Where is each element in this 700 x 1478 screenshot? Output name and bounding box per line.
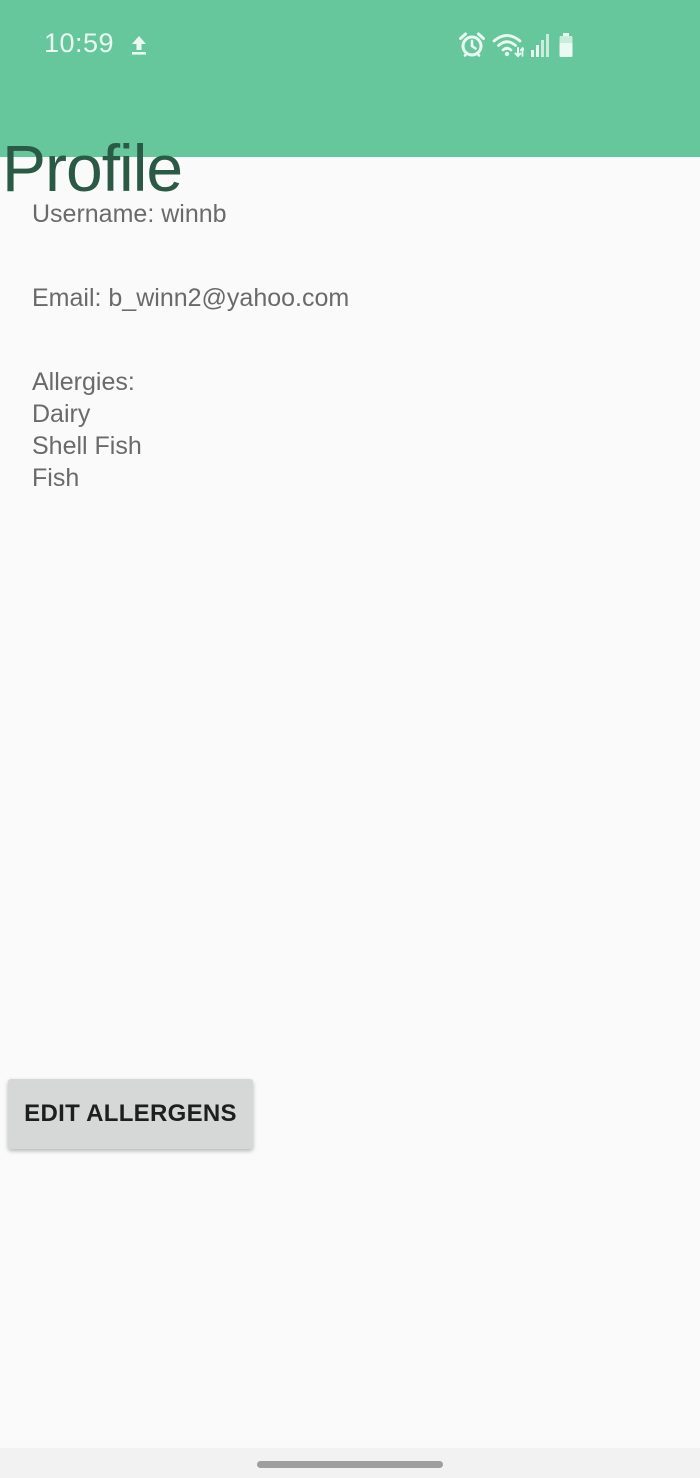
wifi-icon [492, 34, 524, 58]
alarm-icon [459, 32, 485, 57]
username-text: Username: winnb [32, 200, 227, 228]
allergy-item: Shell Fish [32, 432, 142, 460]
allergies-label: Allergies: [32, 368, 135, 396]
page-title: Profile [2, 131, 183, 206]
home-gesture-handle[interactable] [257, 1461, 443, 1468]
allergy-item: Fish [32, 464, 80, 492]
allergy-item: Dairy [32, 400, 91, 428]
upload-icon [132, 36, 146, 55]
navigation-bar [0, 1448, 700, 1478]
status-bar: 10:59 [0, 0, 700, 90]
signal-icon [531, 34, 549, 57]
app-bar: 10:59 Profile [0, 0, 700, 205]
allergies-section: Allergies: Dairy Shell Fish Fish [32, 366, 142, 494]
status-time: 10:59 [44, 28, 115, 58]
status-icons [458, 31, 574, 59]
email-text: Email: b_winn2@yahoo.com [32, 284, 350, 312]
battery-icon [559, 33, 573, 57]
profile-screen: 10:59 Profile Username: winnb Email: b_w… [0, 0, 700, 1478]
edit-allergens-button[interactable]: EDIT ALLERGENS [8, 1079, 253, 1149]
